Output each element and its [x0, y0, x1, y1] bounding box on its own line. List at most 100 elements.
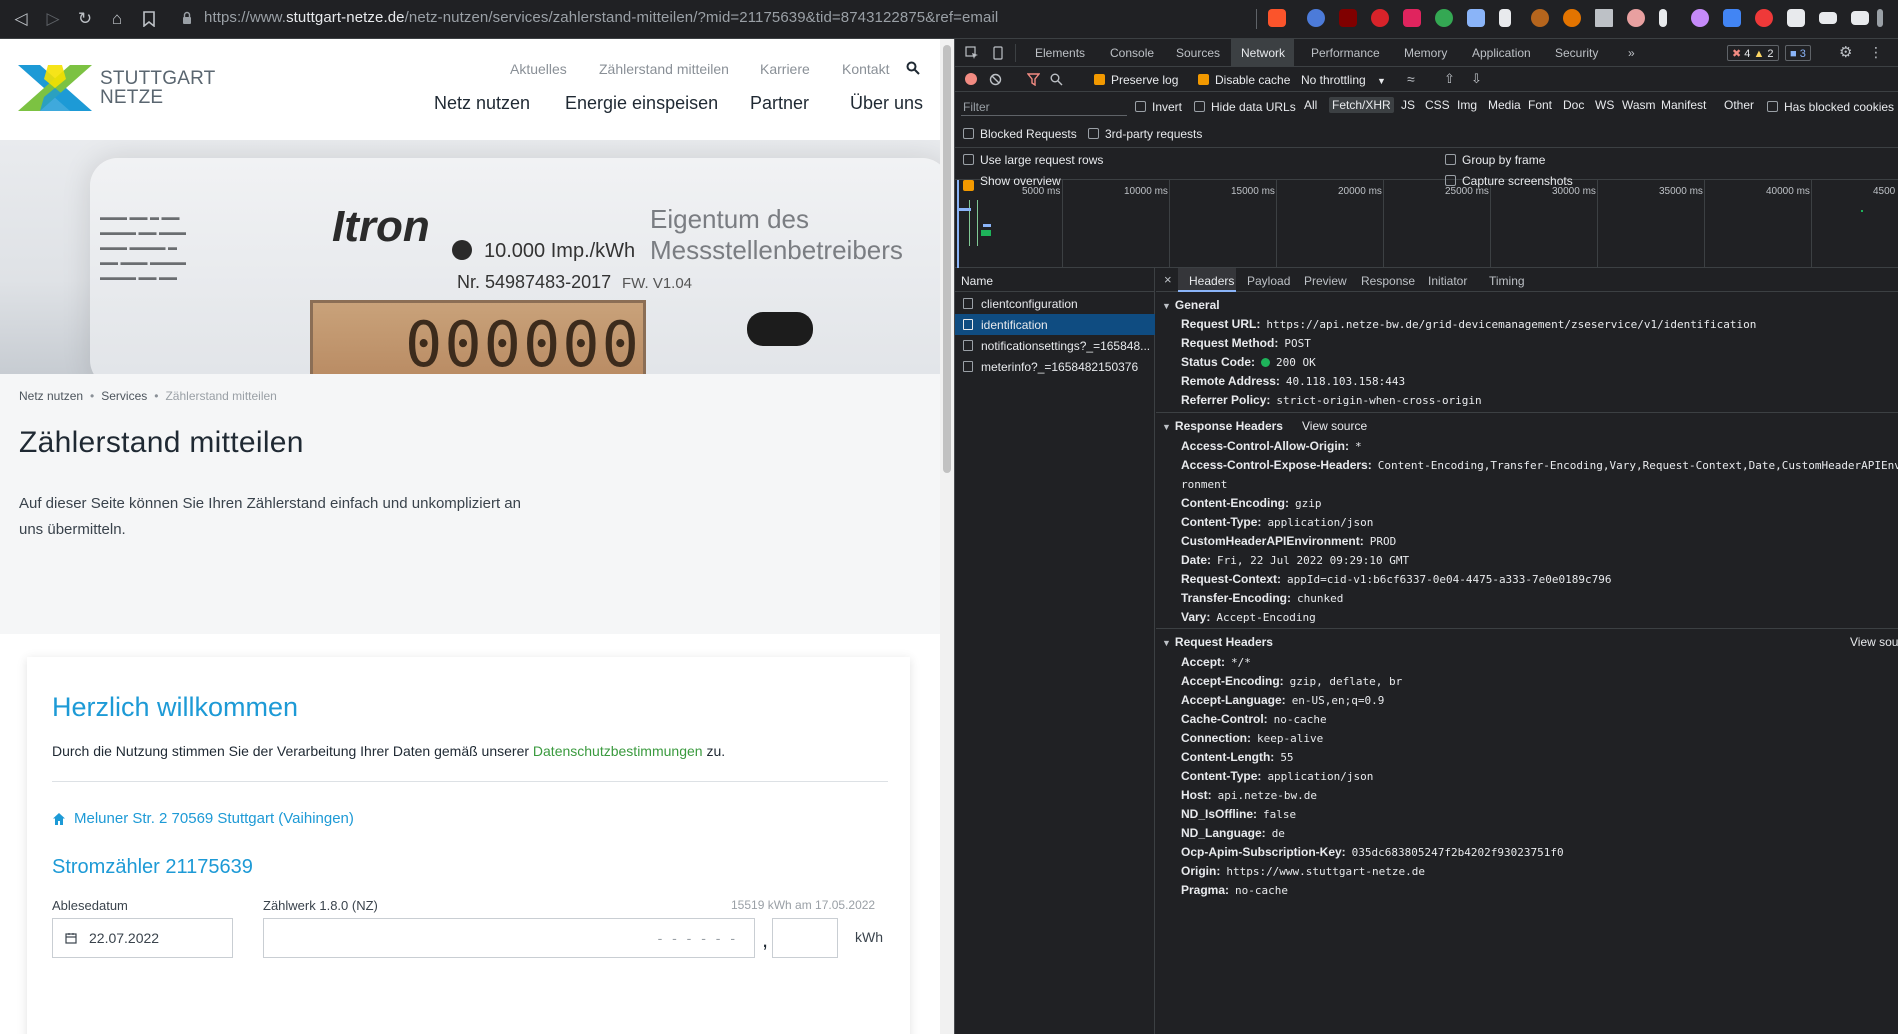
large-rows-checkbox[interactable] [963, 154, 974, 165]
page-scrollbar-thumb[interactable] [943, 45, 951, 473]
clear-icon[interactable] [989, 73, 1002, 86]
address-link[interactable]: Meluner Str. 2 70569 Stuttgart (Vaihinge… [74, 810, 354, 827]
invert-checkbox[interactable] [1135, 101, 1146, 112]
bookmark-icon[interactable] [138, 8, 160, 30]
breadcrumb-netz-nutzen[interactable]: Netz nutzen [19, 389, 83, 403]
network-conditions-icon[interactable]: ≈ [1407, 71, 1415, 87]
message-count[interactable]: ■ 3 [1785, 45, 1811, 61]
filter-type-ws[interactable]: WS [1592, 97, 1617, 113]
capture-screenshots-checkbox[interactable] [1445, 175, 1456, 186]
reading-date-field[interactable]: 22.07.2022 [52, 918, 233, 958]
export-har-icon[interactable]: ⇩ [1471, 71, 1482, 87]
request-row[interactable]: notificationsettings?_=165848... [955, 335, 1155, 356]
extension-icon[interactable] [1659, 9, 1667, 27]
extension-icon[interactable] [1595, 9, 1613, 27]
record-icon[interactable] [965, 73, 977, 85]
reading-integer-input[interactable]: - - - - - - [263, 918, 755, 958]
filter-type-js[interactable]: JS [1398, 97, 1418, 113]
device-toolbar-icon[interactable] [991, 46, 1005, 60]
ublock-icon[interactable] [1339, 9, 1357, 27]
tab-memory[interactable]: Memory [1404, 46, 1447, 60]
filter-type-doc[interactable]: Doc [1560, 97, 1587, 113]
privacy-link[interactable]: Datenschutzbestimmungen [533, 743, 703, 759]
request-row-selected[interactable]: identification [955, 314, 1155, 335]
filter-type-img[interactable]: Img [1454, 97, 1480, 113]
nav-energie-einspeisen[interactable]: Energie einspeisen [565, 93, 718, 114]
view-source-link[interactable]: View source [1302, 419, 1367, 433]
filter-icon[interactable] [1027, 73, 1040, 86]
search-icon[interactable] [1050, 73, 1063, 86]
cookie-icon[interactable] [1563, 9, 1581, 27]
filter-type-css[interactable]: CSS [1422, 97, 1453, 113]
settings-gear-icon[interactable]: ⚙ [1839, 43, 1852, 61]
filter-input[interactable]: Filter [961, 98, 1127, 116]
hide-data-urls-checkbox[interactable] [1194, 101, 1205, 112]
nav-ueber-uns[interactable]: Über uns [850, 93, 923, 114]
tab-preview[interactable]: Preview [1304, 274, 1347, 288]
tab-application[interactable]: Application [1472, 46, 1531, 60]
request-row[interactable]: meterinfo?_=1658482150376 [955, 356, 1155, 377]
extension-icon[interactable] [1627, 9, 1645, 27]
cookie-icon[interactable] [1531, 9, 1549, 27]
reload-icon[interactable]: ↻ [74, 8, 96, 30]
kebab-menu-icon[interactable]: ⋮ [1869, 44, 1883, 61]
search-icon[interactable] [906, 61, 920, 75]
tab-response[interactable]: Response [1361, 274, 1415, 288]
nav-kontakt[interactable]: Kontakt [842, 61, 889, 77]
filter-type-wasm[interactable]: Wasm [1619, 97, 1659, 113]
response-headers-section[interactable]: ▼ Response Headers [1162, 419, 1283, 433]
url-text[interactable]: https://www.stuttgart-netze.de/netz-nutz… [204, 9, 998, 26]
filter-type-fetch-xhr[interactable]: Fetch/XHR [1329, 97, 1394, 113]
filter-type-font[interactable]: Font [1525, 97, 1555, 113]
nav-karriere[interactable]: Karriere [760, 61, 810, 77]
view-source-link[interactable]: View sou [1850, 635, 1898, 649]
menu-icon[interactable] [1877, 9, 1883, 27]
playlist-icon[interactable] [1819, 12, 1837, 24]
tab-security[interactable]: Security [1555, 46, 1598, 60]
nav-netz-nutzen[interactable]: Netz nutzen [434, 93, 530, 114]
tab-network[interactable]: Network [1241, 46, 1285, 60]
extension-icon[interactable] [1403, 9, 1421, 27]
extension-icon[interactable] [1307, 9, 1325, 27]
wallet-icon[interactable] [1851, 11, 1869, 25]
close-icon[interactable]: × [1164, 272, 1172, 287]
calendar-icon[interactable] [65, 932, 77, 944]
request-headers-section[interactable]: ▼ Request Headers [1162, 635, 1273, 649]
breadcrumb-services[interactable]: Services [101, 389, 147, 403]
tab-console[interactable]: Console [1110, 46, 1154, 60]
puzzle-icon[interactable] [1787, 9, 1805, 27]
import-har-icon[interactable]: ⇧ [1444, 71, 1455, 87]
general-section-header[interactable]: ▼ General [1162, 298, 1220, 312]
nav-zaehlerstand[interactable]: Zählerstand mitteilen [599, 61, 729, 77]
filter-type-other[interactable]: Other [1721, 97, 1757, 113]
throttling-select[interactable]: No throttling ▼ [1301, 73, 1386, 87]
group-by-frame-checkbox[interactable] [1445, 154, 1456, 165]
tab-elements[interactable]: Elements [1035, 46, 1085, 60]
forward-icon[interactable]: ▷ [42, 8, 64, 30]
filter-type-all[interactable]: All [1301, 97, 1320, 113]
has-blocked-cookies-checkbox[interactable] [1767, 101, 1778, 112]
extension-icon[interactable] [1691, 9, 1709, 27]
pocket-icon[interactable] [1755, 9, 1773, 27]
name-column-header[interactable]: Name [955, 268, 1155, 292]
adblock-icon[interactable] [1371, 9, 1389, 27]
third-party-checkbox[interactable] [1088, 128, 1099, 139]
extension-icon[interactable] [1723, 9, 1741, 27]
reading-decimal-input[interactable] [772, 918, 838, 958]
tab-performance[interactable]: Performance [1311, 46, 1380, 60]
home-icon[interactable]: ⌂ [106, 8, 128, 30]
tab-headers[interactable]: Headers [1189, 274, 1234, 288]
tab-sources[interactable]: Sources [1176, 46, 1220, 60]
nav-aktuelles[interactable]: Aktuelles [510, 61, 567, 77]
blocked-requests-checkbox[interactable] [963, 128, 974, 139]
back-icon[interactable]: ◁ [10, 8, 32, 30]
filter-type-manifest[interactable]: Manifest [1658, 97, 1709, 113]
nav-partner[interactable]: Partner [750, 93, 809, 114]
request-row[interactable]: clientconfiguration [955, 293, 1155, 314]
tab-initiator[interactable]: Initiator [1428, 274, 1467, 288]
preserve-log-checkbox[interactable] [1094, 74, 1105, 85]
brave-shield-icon[interactable] [1268, 9, 1286, 27]
inspect-icon[interactable] [965, 46, 979, 60]
extension-icon[interactable] [1499, 9, 1511, 27]
tab-timing[interactable]: Timing [1489, 274, 1525, 288]
